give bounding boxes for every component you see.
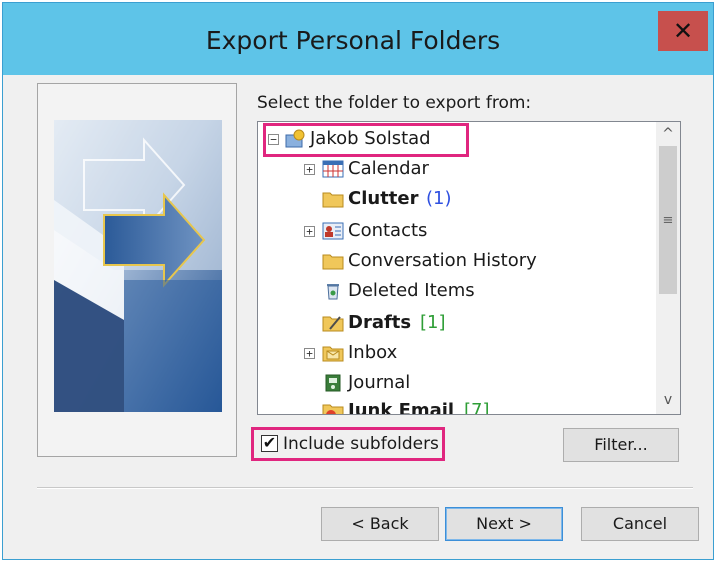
- export-arrows-illustration: [54, 120, 222, 412]
- unread-count: (1): [426, 188, 452, 209]
- tree-scrollbar[interactable]: ^ ≡ v: [656, 122, 680, 414]
- scroll-up-icon[interactable]: ^: [656, 122, 680, 146]
- back-button[interactable]: < Back: [321, 507, 439, 541]
- tree-item-label: Drafts: [348, 312, 412, 333]
- journal-icon: [322, 373, 344, 393]
- wizard-graphic-panel: [37, 83, 237, 457]
- tree-item-label: Calendar: [348, 158, 429, 179]
- tree-item-label: Clutter: [348, 188, 419, 209]
- cancel-button[interactable]: Cancel: [581, 507, 699, 541]
- filter-button[interactable]: Filter...: [563, 428, 679, 462]
- tree-item-label: Junk Email: [348, 400, 455, 415]
- dialog-title: Export Personal Folders: [205, 26, 501, 55]
- title-bar[interactable]: Export Personal Folders ✕: [3, 3, 713, 75]
- trash-icon: [322, 281, 344, 301]
- next-button[interactable]: Next >: [445, 507, 563, 541]
- folder-icon: [322, 251, 344, 271]
- subfolders-highlight-box: [251, 427, 445, 461]
- scroll-thumb[interactable]: ≡: [659, 146, 677, 294]
- export-dialog: Export Personal Folders ✕ Select the fol…: [2, 2, 714, 560]
- tree-item-label: Contacts: [348, 220, 428, 241]
- separator: [37, 487, 693, 489]
- folder-tree[interactable]: − Jakob Solstad + Calendar Clutter (1) +: [257, 121, 681, 415]
- close-button[interactable]: ✕: [658, 11, 708, 51]
- item-count: [1]: [420, 312, 446, 333]
- scroll-down-icon[interactable]: v: [656, 388, 680, 412]
- folder-icon: [322, 189, 344, 209]
- tree-item-label: Deleted Items: [348, 280, 475, 301]
- calendar-icon: [322, 159, 344, 179]
- select-folder-prompt: Select the folder to export from:: [257, 93, 532, 113]
- item-count: [7]: [464, 400, 490, 415]
- root-highlight-box: [263, 123, 469, 157]
- expand-icon[interactable]: +: [304, 226, 315, 237]
- tree-item-label: Conversation History: [348, 250, 537, 271]
- tree-item-label: Inbox: [348, 342, 398, 363]
- grip-icon: ≡: [662, 213, 674, 228]
- drafts-icon: [322, 313, 344, 333]
- close-icon: ✕: [672, 17, 694, 45]
- junk-icon: [322, 401, 344, 414]
- tree-item-label: Journal: [348, 372, 411, 393]
- inbox-icon: [322, 343, 344, 363]
- expand-icon[interactable]: +: [304, 348, 315, 359]
- contacts-icon: [322, 221, 344, 241]
- expand-icon[interactable]: +: [304, 164, 315, 175]
